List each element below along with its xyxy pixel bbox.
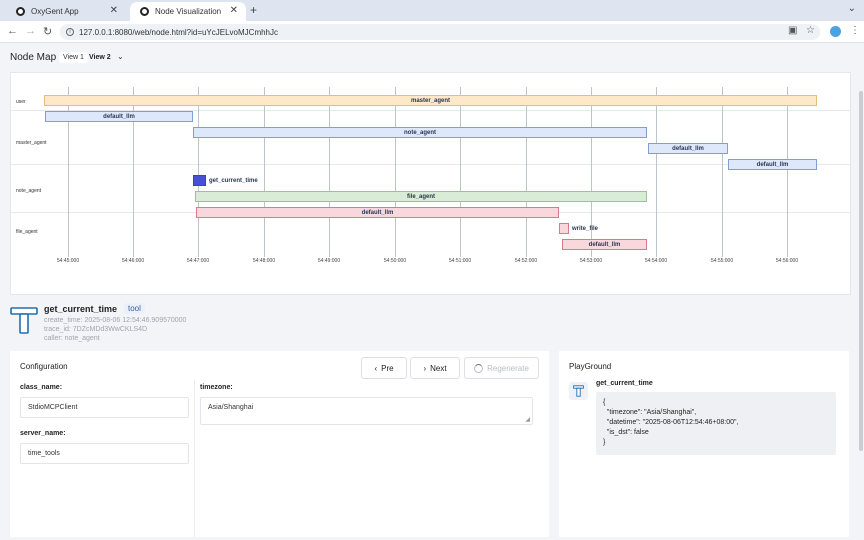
node-bar-master-agent[interactable]: master_agent [44,95,817,106]
timezone-value: Asia/Shanghai [208,404,254,411]
view-dropdown-chevron-icon[interactable]: ⌄ [117,52,124,61]
regenerate-button[interactable]: Regenerate [464,357,539,379]
gridline [656,87,657,257]
resize-handle-icon[interactable]: ◢ [525,416,530,423]
loading-spinner-icon [474,363,484,373]
tab-node-visualization[interactable]: Node Visualization ✕ [130,2,246,21]
tool-icon [569,382,588,400]
node-label-get-current-time: get_current_time [209,178,258,184]
node-type-badge: tool [124,303,145,314]
tick-label: 54:46:000 [121,258,145,264]
node-bar-note-agent[interactable]: note_agent [193,127,647,138]
oxygent-favicon-icon [16,7,25,16]
browser-menu-icon[interactable]: ⋮ [850,25,860,36]
gridline [198,87,199,257]
server-name-label: server_name: [20,430,66,437]
tab-title: OxyGent App [31,7,79,16]
node-bar-default-llm[interactable]: default_llm [562,239,647,250]
row-separator [11,164,850,165]
translate-icon[interactable]: ▣ [788,25,797,36]
pre-button[interactable]: ‹ Pre [361,357,407,379]
url-field[interactable]: i 127.0.0.1:8080/web/node.html?id=uYcJEL… [60,24,820,40]
tick-label: 54:45:000 [56,258,80,264]
reload-icon[interactable]: ↻ [43,25,52,38]
timezone-label: timezone: [200,384,233,391]
node-bar-default-llm[interactable]: default_llm [728,159,817,170]
row-label-file-agent: file_agent [16,229,38,235]
gridline [460,87,461,257]
node-bar-default-llm[interactable]: default_llm [196,207,559,218]
class-name-label: class_name: [20,384,63,391]
gridline [395,87,396,257]
row-label-user: user [16,99,26,105]
close-tab-icon[interactable]: ✕ [110,5,118,16]
configuration-title: Configuration [20,362,68,371]
address-bar: ← → ↻ i 127.0.0.1:8080/web/node.html?id=… [0,21,864,43]
gridline [264,87,265,257]
site-info-icon[interactable]: i [66,28,74,36]
playground-panel: PlayGround get_current_time { "timezone"… [559,351,849,537]
node-bar-default-llm[interactable]: default_llm [648,143,728,154]
tick-label: 54:51:000 [448,258,472,264]
tick-label: 54:54:000 [644,258,668,264]
new-tab-icon[interactable]: + [250,3,257,17]
node-bar-file-agent[interactable]: file_agent [195,191,647,202]
tick-label: 54:49:000 [317,258,341,264]
page-scrollbar[interactable] [859,91,863,451]
page-title: Node Map [10,52,57,63]
playground-output: { "timezone": "Asia/Shanghai", "datetime… [596,392,836,455]
gridline [787,87,788,257]
tab-oxygent-app[interactable]: OxyGent App ✕ [6,2,126,21]
regenerate-label: Regenerate [487,363,529,373]
trace-id: trace_id: 7DZcMDd3WwCKLS4D [44,326,148,333]
bookmark-star-icon[interactable]: ☆ [806,25,815,36]
caller: caller: note_agent [44,335,100,342]
next-label: Next [430,363,447,373]
chevron-right-icon: › [423,363,427,373]
tick-label: 54:53:000 [579,258,603,264]
close-tab-icon[interactable]: ✕ [230,5,238,16]
profile-avatar-icon[interactable] [830,26,841,37]
view-2-button[interactable]: View 2 [85,52,115,63]
tick-label: 54:52:000 [514,258,538,264]
tick-label: 54:48:000 [252,258,276,264]
tab-title: Node Visualization [155,7,222,16]
node-bar-get-current-time[interactable] [193,175,206,186]
tick-label: 54:55:000 [710,258,734,264]
gridline [526,87,527,257]
class-name-field[interactable]: StdioMCPClient [20,397,189,418]
back-icon[interactable]: ← [7,25,18,37]
gridline [329,87,330,257]
row-label-master-agent: master_agent [16,140,47,146]
configuration-panel: Configuration ‹ Pre › Next Regenerate cl… [10,351,549,537]
tick-label: 54:56:000 [775,258,799,264]
tick-label: 54:47:000 [186,258,210,264]
view-1-button[interactable]: View 1 [59,52,88,63]
tab-search-chevron-icon[interactable]: ⌄ [848,3,856,14]
browser-tab-bar: OxyGent App ✕ Node Visualization ✕ + ⌄ [0,0,864,21]
server-name-field[interactable]: time_tools [20,443,189,464]
tick-label: 54:50:000 [383,258,407,264]
next-button[interactable]: › Next [410,357,460,379]
column-divider [194,380,195,537]
row-label-note-agent: note_agent [16,188,42,194]
node-map: user master_agent note_agent file_agent … [10,72,851,295]
oxygent-favicon-icon [140,7,149,16]
node-bar-default-llm[interactable]: default_llm [45,111,193,122]
gridline [722,87,723,257]
node-name: get_current_time [44,304,118,314]
pre-label: Pre [381,363,394,373]
node-label-write-file: write_file [572,226,599,232]
timezone-textarea[interactable]: Asia/Shanghai ◢ [200,397,533,425]
url-text: 127.0.0.1:8080/web/node.html?id=uYcJELvo… [79,27,279,37]
playground-tool-name: get_current_time [596,380,653,387]
node-bar-write-file[interactable] [559,223,569,234]
chevron-left-icon: ‹ [374,363,378,373]
playground-title: PlayGround [569,362,612,371]
tool-icon [10,307,38,334]
create-time: create_time: 2025-08-06 12:54:46.9095700… [44,317,187,324]
forward-icon[interactable]: → [25,25,36,37]
